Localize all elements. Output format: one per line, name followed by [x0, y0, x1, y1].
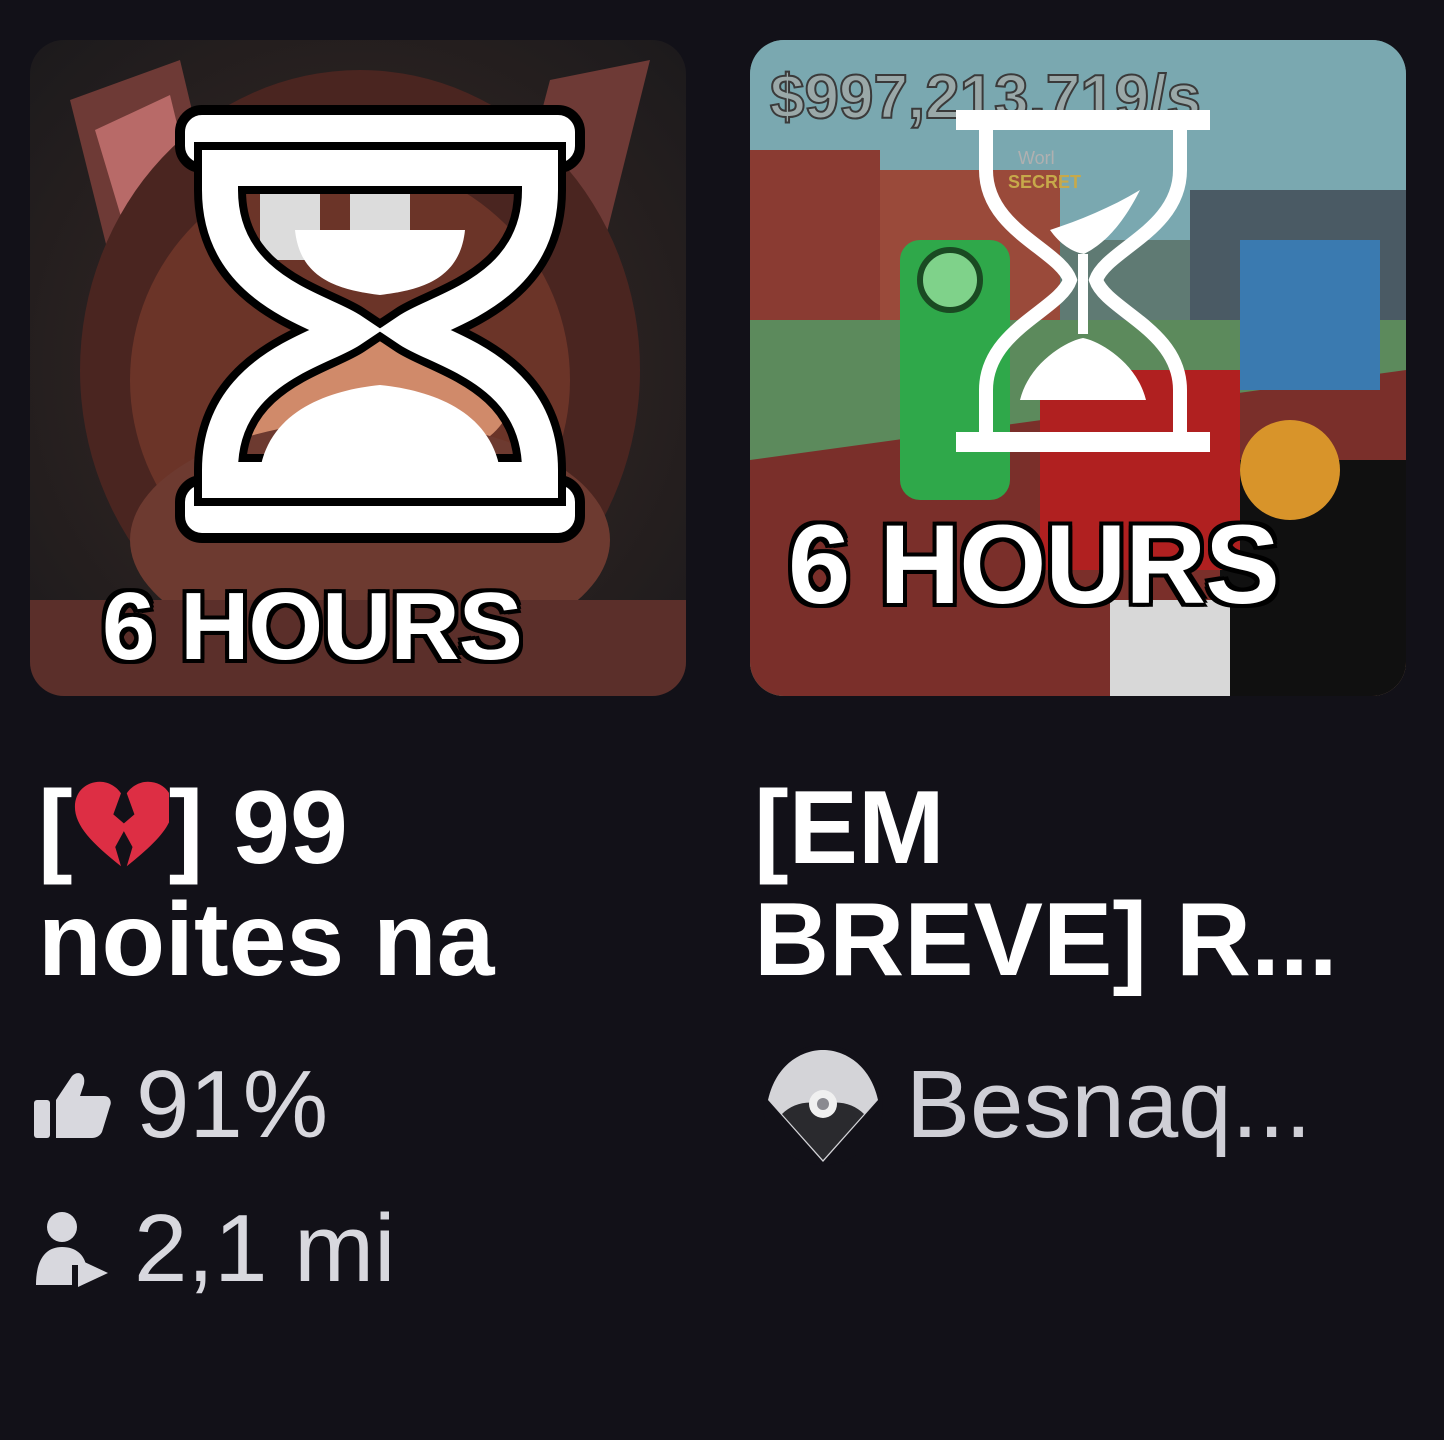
creator-avatar[interactable]: [762, 1044, 884, 1166]
title-line-2: noites na: [38, 882, 495, 996]
title-bracket-open: [: [38, 772, 73, 886]
game-title-2[interactable]: [EM BREVE] R...: [754, 772, 1394, 996]
rating-value: 91%: [136, 1051, 329, 1158]
game-thumbnail-2[interactable]: $997,213,719/s Worl SECRET 6 HOURS: [750, 40, 1406, 696]
overlay-small-text-2: SECRET: [1008, 172, 1081, 192]
broken-heart-icon: [74, 781, 169, 867]
players-icon: [36, 1212, 108, 1287]
creator-name[interactable]: Besnaq...: [906, 1050, 1312, 1160]
players-value: 2,1 mi: [134, 1195, 396, 1302]
game-card-2[interactable]: $997,213,719/s Worl SECRET 6 HOURS [EM B…: [750, 40, 1406, 1165]
title-line-1: [EM: [754, 772, 945, 886]
rating-row: 91%: [32, 1050, 686, 1160]
game-card-1[interactable]: 6 HOURS [ ] 99 noites na 91% 2,1 mi: [30, 40, 686, 1304]
game-thumbnail-1[interactable]: 6 HOURS: [30, 40, 686, 696]
thumbs-up-icon: [34, 1073, 111, 1138]
duration-badge: 6 HOURS: [788, 502, 1280, 627]
overlay-small-text-1: Worl: [1018, 148, 1055, 168]
title-line-2: BREVE] R...: [754, 882, 1338, 996]
game-title-1[interactable]: [ ] 99 noites na: [38, 772, 678, 996]
creator-row[interactable]: Besnaq...: [762, 1045, 1406, 1165]
players-row: 2,1 mi: [32, 1194, 686, 1304]
duration-badge: 6 HOURS: [102, 573, 523, 680]
title-prefix-rest: ] 99: [168, 772, 348, 886]
